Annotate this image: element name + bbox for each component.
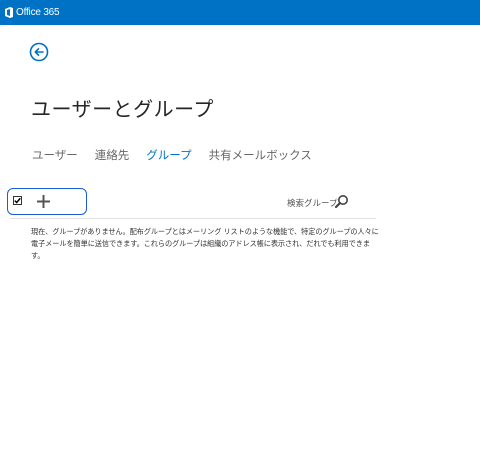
back-arrow-circle-icon [29, 42, 49, 62]
office-365-logo[interactable]: Office 365 [5, 7, 60, 18]
tab-contacts[interactable]: 連絡先 [95, 147, 130, 163]
tab-users[interactable]: ユーザー [32, 147, 78, 163]
office-logo-icon [5, 7, 13, 18]
toolbar-divider [10, 218, 376, 219]
app-name: Office 365 [16, 7, 60, 18]
search-button[interactable] [334, 194, 349, 209]
tab-groups[interactable]: グループ [146, 147, 191, 163]
search-icon [334, 195, 348, 209]
checkmark-icon [14, 197, 21, 204]
add-group-button[interactable] [36, 194, 51, 209]
empty-state-message: 現在、グループがありません。配布グループとはメーリング リストのような機能で、特… [31, 227, 379, 260]
search-groups-label[interactable]: 検索グループ [287, 197, 338, 209]
page-title: ユーザーとグループ [31, 97, 214, 121]
tab-bar: ユーザー 連絡先 グループ 共有メールボックス [32, 147, 329, 163]
top-navigation-bar: Office 365 [0, 0, 480, 25]
plus-icon [37, 195, 50, 208]
back-button[interactable] [29, 42, 49, 62]
select-all-checkbox[interactable] [13, 196, 22, 205]
tab-shared-mailboxes[interactable]: 共有メールボックス [209, 147, 312, 163]
